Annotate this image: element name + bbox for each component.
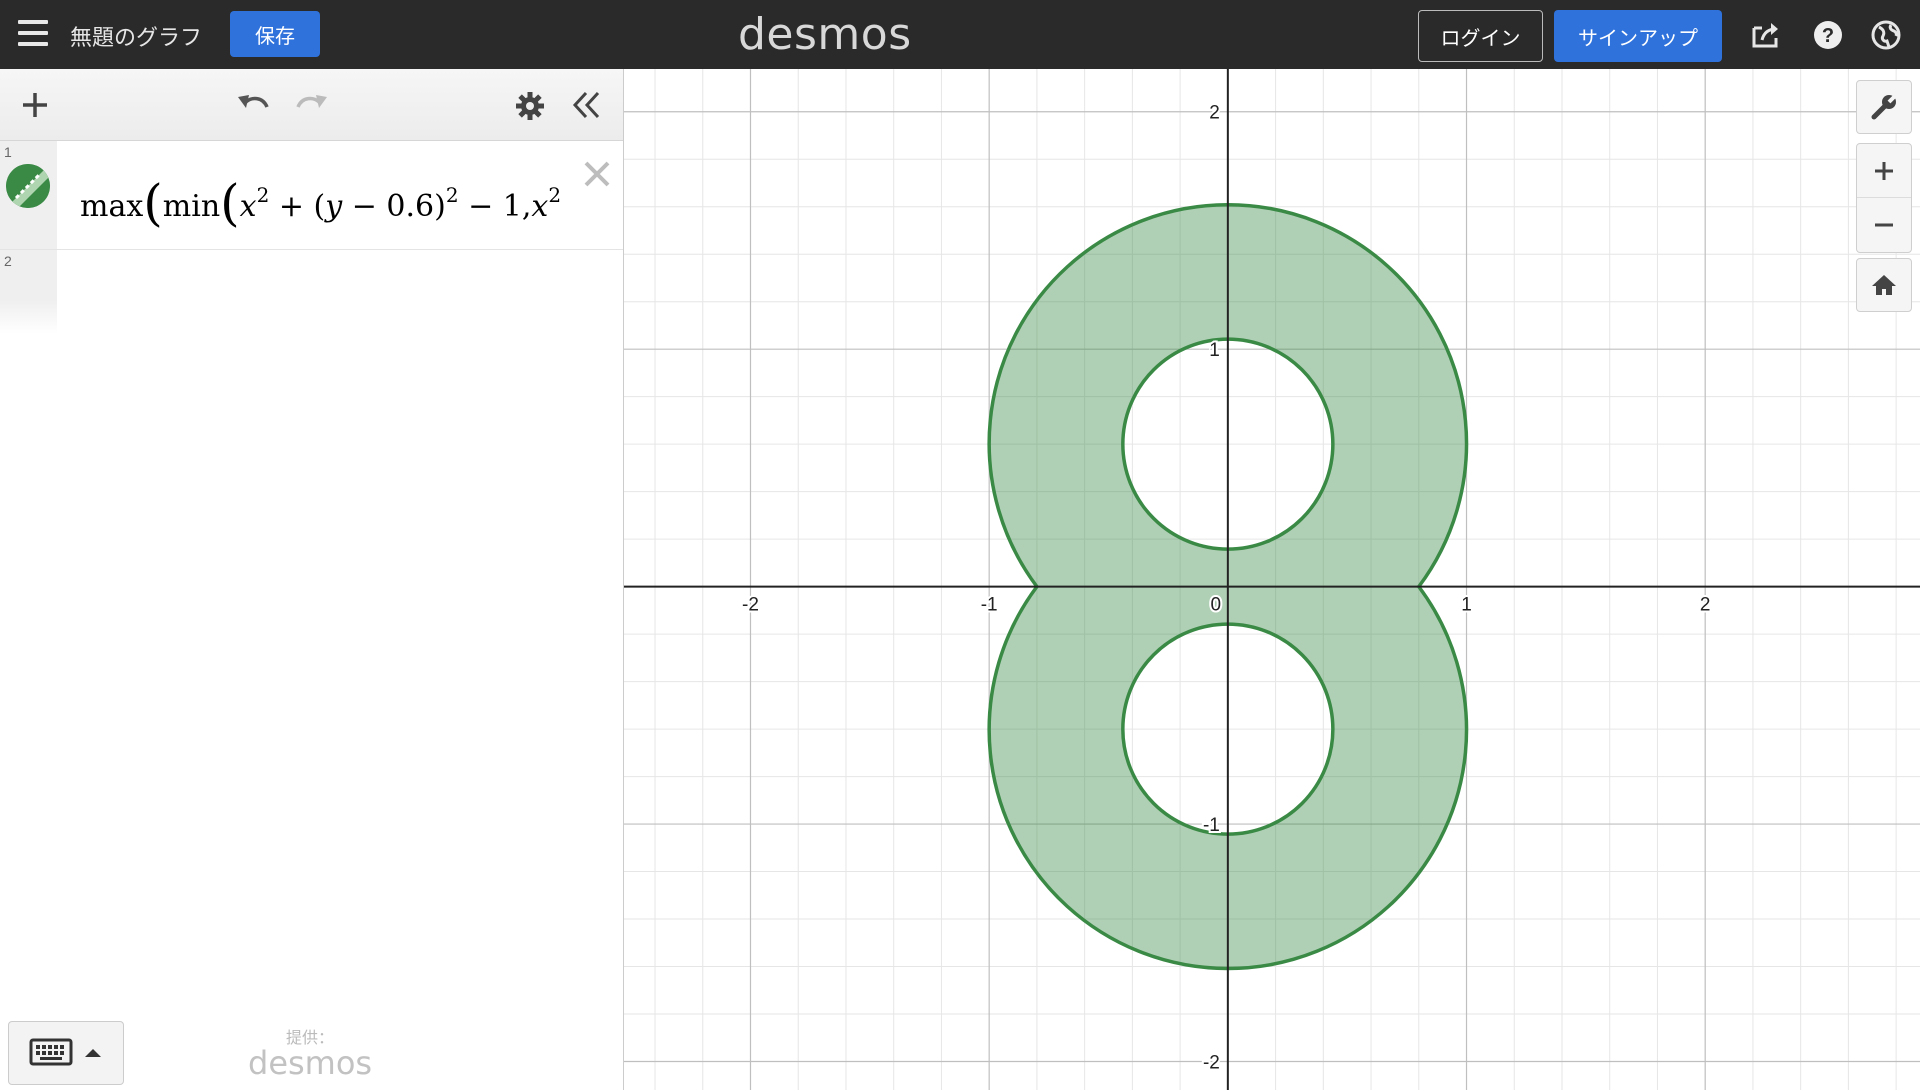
y-tick-label: -1	[1203, 815, 1220, 836]
expression-toolbar	[0, 69, 623, 141]
expression-index: 1	[4, 144, 12, 160]
top-bar: 無題のグラフ 保存 desmos ログイン サインアップ ?	[0, 0, 1920, 69]
plus-icon[interactable]	[20, 90, 50, 120]
powered-by-logo: desmos	[248, 1044, 373, 1082]
expression-input[interactable]: max(min(x2 + (y − 0.6)2 − 1,x2 + (y	[80, 141, 570, 249]
x-tick-label: -2	[742, 595, 759, 616]
keyboard-icon	[29, 1038, 101, 1066]
graph-title[interactable]: 無題のグラフ	[70, 20, 202, 52]
svg-text:?: ?	[1822, 25, 1834, 47]
desmos-logo: desmos	[738, 9, 912, 60]
expression-row-empty[interactable]: 2	[0, 250, 623, 334]
y-tick-label: -2	[1203, 1053, 1220, 1074]
globe-icon[interactable]	[1869, 18, 1903, 52]
graph-canvas[interactable]: -2 -1 0 1 2 2 1 -1 -2	[624, 69, 1920, 1090]
y-tick-label: 1	[1209, 340, 1220, 361]
home-button[interactable]	[1856, 258, 1912, 312]
expression-color-icon[interactable]	[6, 164, 50, 208]
share-icon[interactable]	[1749, 18, 1783, 52]
plus-icon	[1875, 161, 1893, 180]
powered-by: 提供： desmos	[248, 1024, 372, 1082]
x-tick-label: 1	[1461, 595, 1472, 616]
zoom-out-button[interactable]	[1857, 198, 1911, 252]
home-icon	[1872, 275, 1896, 295]
wrench-icon	[1871, 93, 1898, 120]
graph-settings-button[interactable]	[1856, 80, 1912, 134]
expression-row[interactable]: 1 max(min(x2 + (y − 0.6)2 − 1,x2 + (y	[0, 141, 623, 250]
expression-index: 2	[4, 253, 12, 269]
x-tick-label: -1	[981, 595, 998, 616]
y-tick-label: 2	[1209, 103, 1220, 124]
expression-panel: 1 max(min(x2 + (y − 0.6)2 − 1,x2 + (y 2	[0, 69, 624, 1090]
keyboard-toggle-button[interactable]	[8, 1021, 124, 1085]
zoom-in-button[interactable]	[1857, 144, 1911, 198]
login-button[interactable]: ログイン	[1418, 10, 1543, 62]
hamburger-menu-icon[interactable]	[18, 20, 48, 48]
gear-icon[interactable]	[515, 91, 545, 121]
save-button[interactable]: 保存	[230, 11, 320, 57]
signup-button[interactable]: サインアップ	[1554, 10, 1722, 62]
double-chevron-left-icon[interactable]	[572, 89, 602, 121]
expression-latex: max(min(x2 + (y − 0.6)2 − 1,x2 + (y	[80, 174, 562, 232]
x-tick-label: 2	[1700, 595, 1711, 616]
minus-icon	[1875, 223, 1893, 227]
redo-icon[interactable]	[293, 89, 329, 119]
close-icon[interactable]	[580, 157, 614, 191]
x-tick-label: 0	[1211, 595, 1222, 616]
undo-icon[interactable]	[236, 89, 272, 119]
help-icon[interactable]: ?	[1811, 18, 1845, 52]
zoom-controls	[1856, 143, 1912, 253]
